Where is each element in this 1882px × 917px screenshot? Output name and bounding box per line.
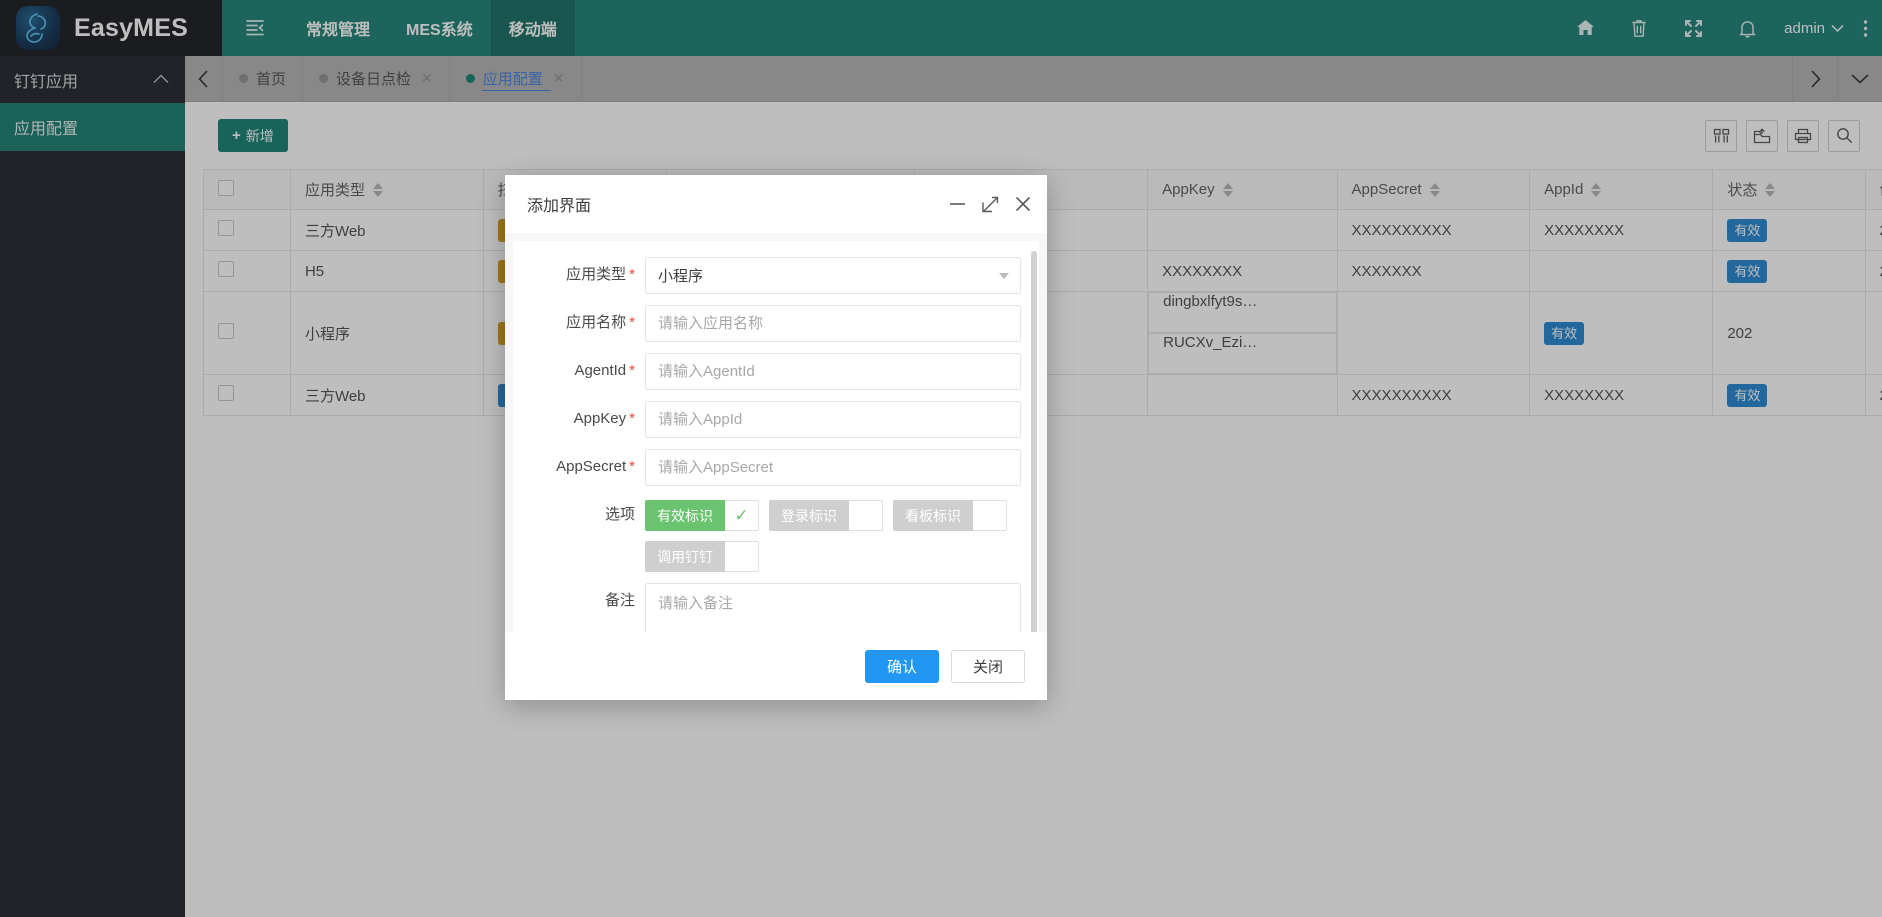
- check-icon: ✓: [734, 506, 749, 525]
- dialog-footer: 确认 关闭: [505, 632, 1047, 700]
- close-icon[interactable]: [1015, 196, 1031, 212]
- label-text: 应用名称: [566, 314, 627, 331]
- dialog-header: 添加界面: [505, 175, 1047, 233]
- option-valid-flag[interactable]: 有效标识 ✓: [645, 500, 759, 531]
- close-button[interactable]: 关闭: [950, 649, 1025, 683]
- field-label: 应用类型 *: [513, 257, 645, 293]
- dialog-title: 添加界面: [527, 198, 592, 215]
- app-type-select[interactable]: [645, 257, 1021, 294]
- option-label: 调用钉钉: [645, 541, 725, 572]
- chevron-down-icon[interactable]: [999, 273, 1009, 279]
- field-label: AgentId *: [513, 353, 645, 389]
- option-label: 有效标识: [645, 500, 725, 531]
- field-options: 选项 有效标识 ✓ 登录标识 看板标识 调用钉钉: [513, 497, 1017, 572]
- label-text: 应用类型: [566, 266, 627, 283]
- option-checkbox[interactable]: [849, 500, 883, 531]
- confirm-button[interactable]: 确认: [864, 649, 939, 683]
- dialog-window-controls: [949, 196, 1031, 213]
- option-login-flag[interactable]: 登录标识: [769, 500, 883, 531]
- option-checkbox[interactable]: [973, 500, 1007, 531]
- option-label: 看板标识: [893, 500, 973, 531]
- field-label: 应用名称 *: [513, 305, 645, 341]
- required-marker: *: [629, 266, 635, 283]
- option-checkbox[interactable]: [725, 541, 759, 572]
- field-app-key: AppKey *: [513, 401, 1021, 438]
- label-text: AgentId: [574, 362, 627, 379]
- field-app-secret: AppSecret *: [513, 449, 1021, 486]
- option-board-flag[interactable]: 看板标识: [893, 500, 1007, 531]
- field-remark: 备注: [513, 583, 1021, 632]
- field-label: AppSecret *: [513, 449, 645, 485]
- app-secret-input[interactable]: [645, 449, 1021, 486]
- option-checkbox[interactable]: ✓: [725, 500, 759, 531]
- scrollbar-thumb[interactable]: [1031, 251, 1037, 632]
- add-dialog: 添加界面 应用类型 * 小程序 应用名称 * 请输入应用名称 AgentId *…: [505, 175, 1047, 700]
- agent-id-input[interactable]: [645, 353, 1021, 390]
- field-app-name: 应用名称 *: [513, 305, 1021, 342]
- dialog-form: 应用类型* 应用名称*: [513, 241, 1039, 632]
- required-marker: *: [629, 314, 635, 331]
- required-marker: *: [629, 410, 635, 427]
- field-agent-id: AgentId *: [513, 353, 1021, 390]
- label-text: AppSecret: [556, 458, 627, 475]
- option-label: 登录标识: [769, 500, 849, 531]
- app-key-input[interactable]: [645, 401, 1021, 438]
- label-text: AppKey: [573, 410, 627, 427]
- minimize-icon[interactable]: [949, 202, 966, 206]
- label-text: 备注: [604, 592, 635, 609]
- field-label: 选项: [513, 497, 645, 533]
- label-text: 选项: [604, 506, 635, 523]
- dialog-body: 应用类型* 应用名称*: [505, 233, 1047, 632]
- remark-textarea[interactable]: [645, 583, 1021, 632]
- required-marker: *: [629, 458, 635, 475]
- option-call-dingtalk[interactable]: 调用钉钉: [645, 541, 759, 572]
- options-group: 有效标识 ✓ 登录标识 看板标识 调用钉钉: [645, 497, 1035, 572]
- required-marker: *: [629, 362, 635, 379]
- field-app-type: 应用类型 *: [513, 257, 1021, 294]
- field-label: 备注: [513, 583, 645, 619]
- field-label: AppKey *: [513, 401, 645, 437]
- app-root: EasyMES 常规管理 MES系统 移动端 admin 钉钉应用 应用配置 首…: [0, 0, 1882, 917]
- maximize-icon[interactable]: [982, 196, 999, 213]
- app-name-input[interactable]: [645, 305, 1021, 342]
- dialog-scrollbar[interactable]: [1031, 251, 1037, 632]
